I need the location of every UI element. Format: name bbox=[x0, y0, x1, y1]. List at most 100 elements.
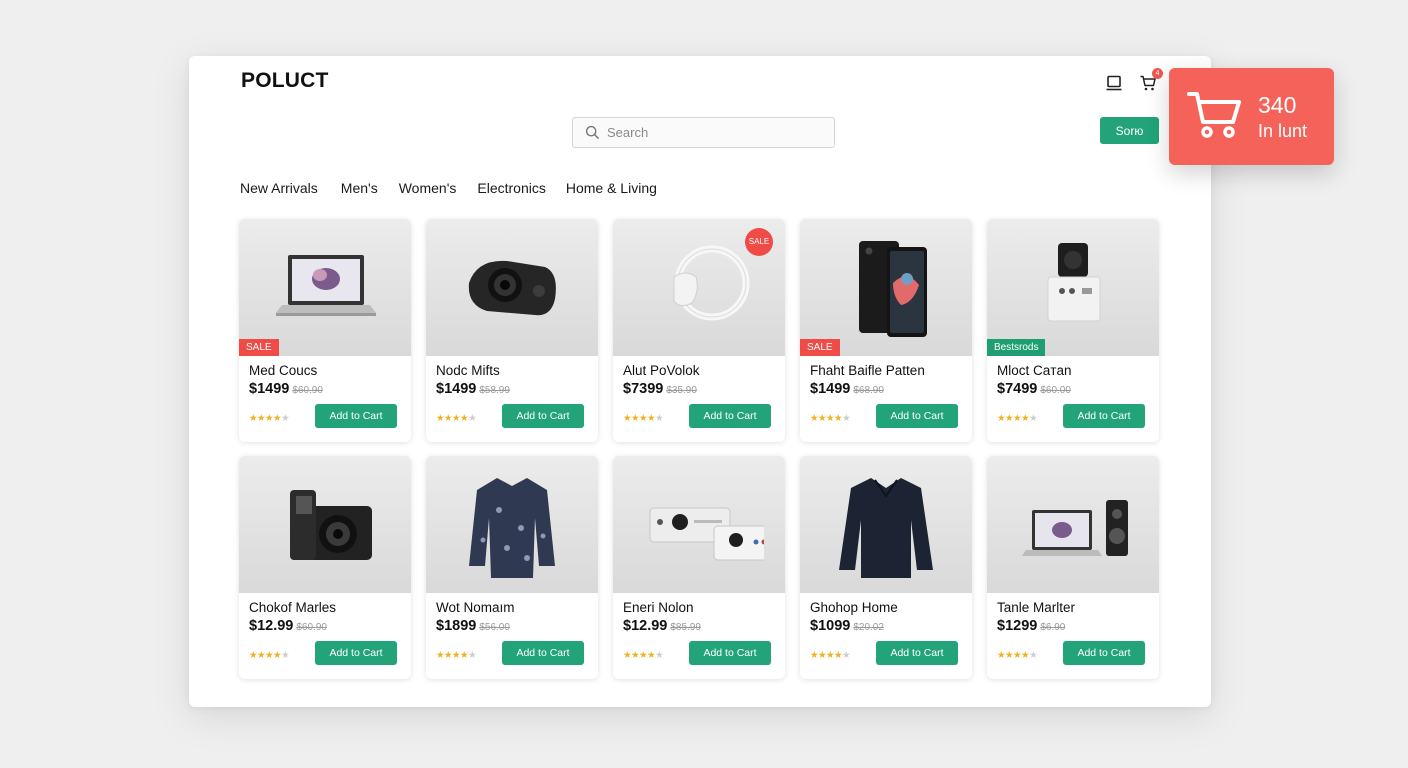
price-value: $1899 bbox=[436, 618, 477, 634]
product-image[interactable]: SALE bbox=[239, 219, 411, 356]
product-image[interactable] bbox=[426, 456, 598, 593]
product-card[interactable]: Tanle Marlter $1299 $6.90 ★★★★★ Add to Ca… bbox=[987, 456, 1159, 679]
product-name[interactable]: Med Coucs bbox=[249, 363, 317, 378]
price-value: $1099 bbox=[810, 618, 851, 634]
product-price: $12.99 $85.99 bbox=[623, 618, 701, 634]
product-name[interactable]: Fhaht Baifle Patten bbox=[810, 363, 925, 378]
product-price: $12.99 $60.90 bbox=[249, 618, 327, 634]
product-name[interactable]: Alut PoVolok bbox=[623, 363, 700, 378]
nav-item-mens[interactable]: Men's bbox=[341, 180, 378, 196]
add-to-cart-button[interactable]: Add to Cart bbox=[502, 641, 584, 665]
nav-item-electronics[interactable]: Electronics bbox=[477, 180, 545, 196]
old-price: $20.02 bbox=[853, 622, 884, 633]
sweater-icon bbox=[839, 477, 933, 578]
price-value: $12.99 bbox=[623, 618, 668, 634]
cart-icon[interactable]: 4 bbox=[1137, 68, 1163, 94]
camera-icon bbox=[290, 489, 372, 560]
old-price: $56.00 bbox=[479, 622, 510, 633]
sale-badge: SALE bbox=[239, 339, 279, 356]
add-to-cart-button[interactable]: Add to Cart bbox=[876, 641, 958, 665]
product-card[interactable]: Ghohop Home $1099 $20.02 ★★★★★ Add to Car… bbox=[800, 456, 972, 679]
add-to-cart-button[interactable]: Add to Cart bbox=[876, 404, 958, 428]
product-card[interactable]: SALE Fhaht Baifle Patten $1499 $68.90 ★★★… bbox=[800, 219, 972, 442]
add-to-cart-button[interactable]: Add to Cart bbox=[502, 404, 584, 428]
category-nav: New Arrivals Men's Women's Electronics H… bbox=[240, 180, 680, 196]
speaker-icon bbox=[1047, 242, 1101, 321]
old-price: $60.00 bbox=[1040, 385, 1071, 396]
product-image[interactable] bbox=[426, 219, 598, 356]
store-logo[interactable]: POLUCT bbox=[241, 69, 329, 93]
search-icon bbox=[585, 125, 600, 140]
add-to-cart-button[interactable]: Add to Cart bbox=[689, 641, 771, 665]
search-input[interactable] bbox=[607, 125, 827, 140]
product-card[interactable]: Chokof Marles $12.99 $60.90 ★★★★★ Add to … bbox=[239, 456, 411, 679]
rating-stars: ★★★★★ bbox=[997, 650, 1038, 661]
account-icon[interactable] bbox=[1103, 72, 1125, 94]
product-name[interactable]: Nodc Mifts bbox=[436, 363, 500, 378]
product-image[interactable] bbox=[613, 456, 785, 593]
product-card[interactable]: Wot Nomaım $1899 $56.00 ★★★★★ Add to Cart bbox=[426, 456, 598, 679]
product-price: $1499 $68.90 bbox=[810, 381, 884, 397]
old-price: $6.90 bbox=[1040, 622, 1066, 633]
cart-summary-widget[interactable]: 340 In lunt bbox=[1169, 68, 1334, 165]
add-to-cart-button[interactable]: Add to Cart bbox=[315, 641, 397, 665]
bestseller-badge: Bestsrods bbox=[987, 339, 1046, 356]
product-name[interactable]: Eneri Nolon bbox=[623, 600, 694, 615]
add-to-cart-button[interactable]: Add to Cart bbox=[1063, 404, 1145, 428]
product-price: $7399 $35.90 bbox=[623, 381, 697, 397]
price-value: $1499 bbox=[810, 381, 851, 397]
add-to-cart-button[interactable]: Add to Cart bbox=[689, 404, 771, 428]
product-price: $7499 $60.00 bbox=[997, 381, 1071, 397]
laptop-speaker-icon bbox=[1022, 499, 1128, 556]
product-image[interactable] bbox=[987, 456, 1159, 593]
cart-count-badge: 4 bbox=[1152, 68, 1163, 79]
old-price: $35.90 bbox=[666, 385, 697, 396]
old-price: $68.90 bbox=[853, 385, 884, 396]
product-card[interactable]: Bestsrods Mloct Caтan $7499 $60.00 ★★★★★ … bbox=[987, 219, 1159, 442]
product-name[interactable]: Mloct Caтan bbox=[997, 363, 1071, 378]
rating-stars: ★★★★★ bbox=[436, 413, 477, 424]
product-image[interactable] bbox=[239, 456, 411, 593]
price-value: $7499 bbox=[997, 381, 1038, 397]
price-value: $1499 bbox=[436, 381, 477, 397]
product-price: $1099 $20.02 bbox=[810, 618, 884, 634]
product-card[interactable]: Nodc Mifts $1499 $58.99 ★★★★★ Add to Cart bbox=[426, 219, 598, 442]
product-price: $1899 $56.00 bbox=[436, 618, 510, 634]
search-bar[interactable] bbox=[572, 117, 835, 148]
old-price: $58.99 bbox=[479, 385, 510, 396]
product-name[interactable]: Ghohop Home bbox=[810, 600, 898, 615]
rating-stars: ★★★★★ bbox=[249, 413, 290, 424]
product-grid: SALE Med Coucs $1499 $60.90 ★★★★★ Add to … bbox=[239, 219, 1159, 679]
nav-item-new-arrivals[interactable]: New Arrivals bbox=[240, 180, 318, 196]
product-card[interactable]: SALE Alut PoVolok $7399 $35.90 ★★★★★ Add … bbox=[613, 219, 785, 442]
projector-icon bbox=[649, 507, 764, 560]
rating-stars: ★★★★★ bbox=[623, 650, 664, 661]
product-card[interactable]: SALE Med Coucs $1499 $60.90 ★★★★★ Add to … bbox=[239, 219, 411, 442]
product-image[interactable]: SALE bbox=[613, 219, 785, 356]
camera-lens-icon bbox=[468, 260, 556, 315]
product-name[interactable]: Tanle Marlter bbox=[997, 600, 1075, 615]
store-window: POLUCT 4 Sorю New Arrivals Men's Women's… bbox=[189, 56, 1211, 707]
add-to-cart-button[interactable]: Add to Cart bbox=[315, 404, 397, 428]
product-card[interactable]: Eneri Nolon $12.99 $85.99 ★★★★★ Add to Ca… bbox=[613, 456, 785, 679]
sort-button[interactable]: Sorю bbox=[1100, 117, 1159, 144]
price-value: $12.99 bbox=[249, 618, 294, 634]
product-image[interactable]: SALE bbox=[800, 219, 972, 356]
rating-stars: ★★★★★ bbox=[810, 650, 851, 661]
old-price: $85.99 bbox=[670, 622, 701, 633]
product-image[interactable]: Bestsrods bbox=[987, 219, 1159, 356]
laptop-icon bbox=[276, 254, 376, 316]
rating-stars: ★★★★★ bbox=[249, 650, 290, 661]
price-value: $1499 bbox=[249, 381, 290, 397]
product-image[interactable] bbox=[800, 456, 972, 593]
nav-item-home-living[interactable]: Home & Living bbox=[566, 180, 657, 196]
smartphone-icon bbox=[859, 240, 927, 337]
rating-stars: ★★★★★ bbox=[997, 413, 1038, 424]
rating-stars: ★★★★★ bbox=[436, 650, 477, 661]
nav-item-womens[interactable]: Women's bbox=[399, 180, 457, 196]
product-name[interactable]: Wot Nomaım bbox=[436, 600, 515, 615]
product-name[interactable]: Chokof Marles bbox=[249, 600, 336, 615]
add-to-cart-button[interactable]: Add to Cart bbox=[1063, 641, 1145, 665]
shirt-icon bbox=[469, 477, 555, 578]
product-price: $1499 $58.99 bbox=[436, 381, 510, 397]
